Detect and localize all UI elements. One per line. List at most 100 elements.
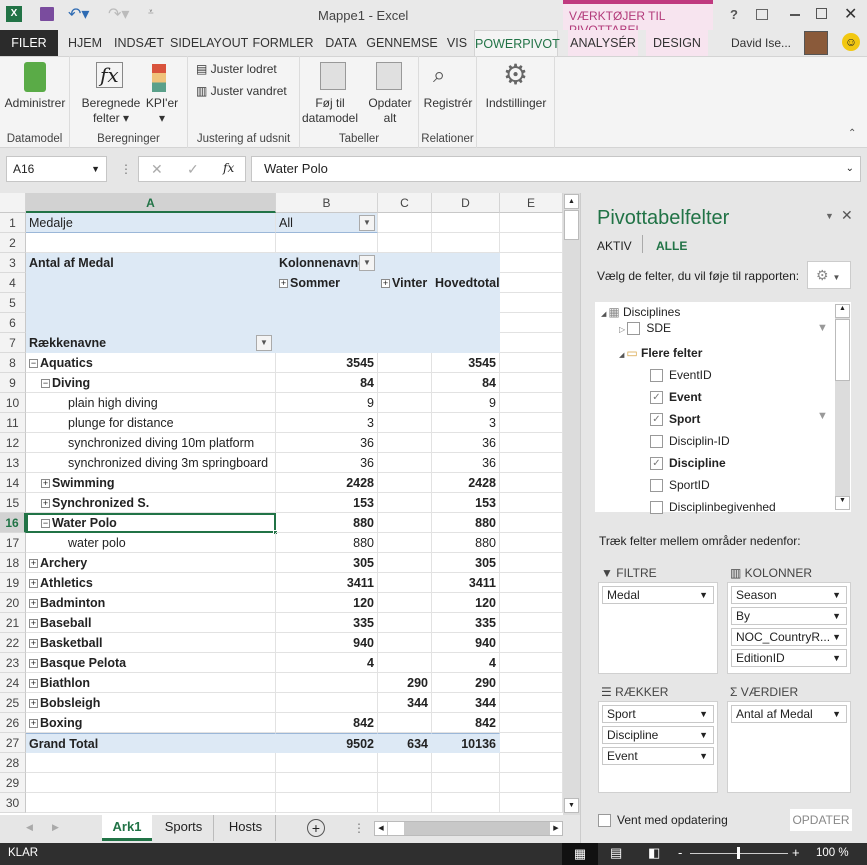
field-item[interactable]: ✓ Sport xyxy=(650,408,700,430)
column-header-c[interactable]: C xyxy=(378,193,432,213)
expand-icon[interactable]: + xyxy=(29,659,38,669)
update-button[interactable]: OPDATER xyxy=(790,809,852,831)
row-label[interactable]: Grand Total xyxy=(26,733,276,753)
value-cell-c[interactable] xyxy=(378,453,432,473)
field-item[interactable]: ▷ SDE xyxy=(619,320,671,336)
expand-formula-icon[interactable]: ⌄ xyxy=(846,157,854,181)
expand-icon[interactable]: + xyxy=(29,599,38,609)
area-field-columns[interactable]: NOC_CountryR... ▼ xyxy=(731,628,847,646)
row-header[interactable]: 15 xyxy=(0,493,26,513)
row-label[interactable]: plunge for distance xyxy=(26,413,276,433)
value-cell-c[interactable] xyxy=(378,513,432,533)
row-header[interactable]: 29 xyxy=(0,773,26,793)
value-cell-d[interactable]: 305 xyxy=(432,553,500,573)
expand-icon[interactable]: + xyxy=(41,479,50,489)
settings-button[interactable]: Indstillinger xyxy=(477,96,555,111)
row-header[interactable]: 14 xyxy=(0,473,26,493)
row-labels-filter-icon[interactable]: ▼ xyxy=(256,335,272,351)
sheet-tab-hosts[interactable]: Hosts xyxy=(216,815,276,841)
cell[interactable] xyxy=(26,273,276,293)
value-cell-d[interactable]: 880 xyxy=(432,533,500,553)
row-header[interactable]: 24 xyxy=(0,673,26,693)
next-sheet-icon[interactable]: ▶ xyxy=(52,822,59,833)
chevron-down-icon[interactable]: ▼ xyxy=(699,748,708,765)
tab-alle[interactable]: ALLE xyxy=(656,239,687,253)
cell[interactable] xyxy=(26,793,276,813)
row-header[interactable]: 3 xyxy=(0,253,26,273)
checked-checkbox[interactable]: ✓ xyxy=(650,413,663,427)
row-label[interactable]: + Swimming xyxy=(26,473,276,493)
pane-splitter[interactable] xyxy=(580,193,585,843)
value-cell-c[interactable] xyxy=(378,593,432,613)
value-cell-d[interactable]: 36 xyxy=(432,453,500,473)
cell[interactable] xyxy=(432,333,500,353)
cell[interactable] xyxy=(500,693,563,713)
collapse-ribbon-icon[interactable]: ⌃ xyxy=(848,128,856,139)
prev-sheet-icon[interactable]: ◀ xyxy=(26,822,33,833)
row-header[interactable]: 4 xyxy=(0,273,26,293)
row-header[interactable]: 5 xyxy=(0,293,26,313)
cell[interactable] xyxy=(500,593,563,613)
value-cell-b[interactable]: 9 xyxy=(276,393,378,413)
row-header[interactable]: 9 xyxy=(0,373,26,393)
cell[interactable] xyxy=(500,573,563,593)
cell[interactable] xyxy=(432,773,500,793)
area-field-rows[interactable]: Discipline ▼ xyxy=(602,726,714,744)
cell[interactable] xyxy=(500,453,563,473)
row-header[interactable]: 19 xyxy=(0,573,26,593)
cell[interactable] xyxy=(500,253,563,273)
values-field-label[interactable]: Antal af Medal xyxy=(26,253,276,273)
scroll-thumb[interactable] xyxy=(388,822,404,835)
field-item[interactable]: Disciplin-ID xyxy=(650,430,730,452)
scroll-up-icon[interactable]: ▲ xyxy=(564,194,579,209)
cell[interactable] xyxy=(432,293,500,313)
chevron-down-icon[interactable]: ▼ xyxy=(832,629,841,646)
field-item[interactable]: SportID xyxy=(650,474,710,496)
cell[interactable] xyxy=(276,793,378,813)
field-item[interactable]: ◢ ▦ Disciplines xyxy=(601,304,680,320)
cell[interactable] xyxy=(432,753,500,773)
insert-function-icon[interactable]: fx xyxy=(223,161,234,175)
cell[interactable] xyxy=(26,753,276,773)
value-cell-c[interactable]: 290 xyxy=(378,673,432,693)
tab-formler[interactable]: FORMLER xyxy=(252,30,314,56)
pane-options-icon[interactable]: ▼ xyxy=(825,211,834,221)
value-cell-b[interactable] xyxy=(276,673,378,693)
enter-icon[interactable]: ✓ xyxy=(187,161,199,178)
area-field-columns[interactable]: By ▼ xyxy=(731,607,847,625)
cancel-icon[interactable]: ✕ xyxy=(151,161,163,178)
formula-bar-grip-icon[interactable]: ⋮ xyxy=(120,162,132,176)
field-item[interactable]: ✓ Event xyxy=(650,386,702,408)
values-area[interactable]: Antal af Medal ▼ xyxy=(727,701,851,793)
tab-hjem[interactable]: HJEM xyxy=(64,30,106,56)
value-cell-d[interactable]: 335 xyxy=(432,613,500,633)
cell[interactable] xyxy=(378,233,432,253)
collapse-icon[interactable]: − xyxy=(41,379,50,389)
row-label[interactable]: + Boxing xyxy=(26,713,276,733)
scroll-thumb[interactable] xyxy=(835,319,850,381)
cell[interactable]: + Vinter xyxy=(378,273,432,293)
row-header[interactable]: 17 xyxy=(0,533,26,553)
value-cell-b[interactable]: 120 xyxy=(276,593,378,613)
column-header-d[interactable]: D xyxy=(432,193,500,213)
value-cell-b[interactable]: 880 xyxy=(276,533,378,553)
row-header[interactable]: 2 xyxy=(0,233,26,253)
cell[interactable] xyxy=(500,473,563,493)
value-cell-c[interactable] xyxy=(378,413,432,433)
row-label[interactable]: water polo xyxy=(26,533,276,553)
chevron-down-icon[interactable]: ▼ xyxy=(699,587,708,604)
value-cell-b[interactable]: 335 xyxy=(276,613,378,633)
cell[interactable] xyxy=(500,353,563,373)
expand-icon[interactable]: + xyxy=(41,499,50,509)
value-cell-c[interactable] xyxy=(378,653,432,673)
value-cell-d[interactable]: 290 xyxy=(432,673,500,693)
value-cell-d[interactable]: 842 xyxy=(432,713,500,733)
vertical-scrollbar[interactable]: ▲ ▼ xyxy=(563,193,580,815)
row-header[interactable]: 25 xyxy=(0,693,26,713)
field-item[interactable]: Disciplinbegivenhed xyxy=(650,496,776,518)
chevron-down-icon[interactable]: ▼ xyxy=(832,650,841,667)
checked-checkbox[interactable]: ✓ xyxy=(650,457,663,471)
row-label[interactable]: + Baseball xyxy=(26,613,276,633)
chevron-down-icon[interactable]: ▼ xyxy=(832,608,841,625)
cell[interactable] xyxy=(500,713,563,733)
